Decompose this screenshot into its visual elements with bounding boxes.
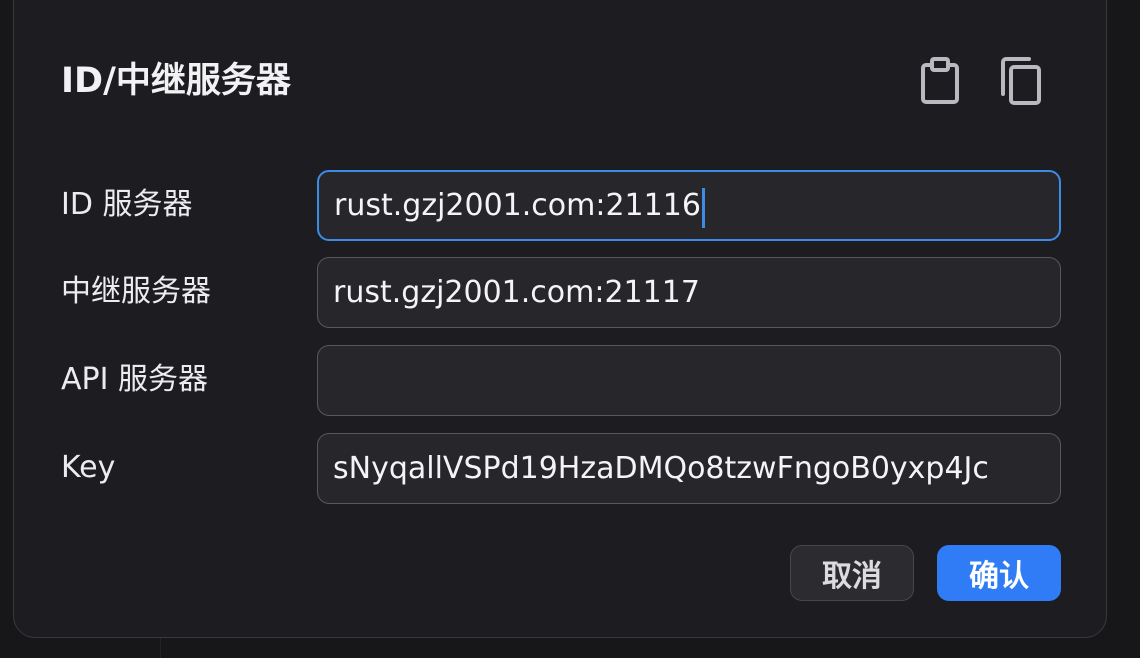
api-server-field[interactable] — [317, 345, 1061, 416]
copy-button[interactable] — [997, 53, 1045, 109]
api-server-input[interactable] — [318, 346, 1060, 415]
paste-button[interactable] — [916, 53, 964, 109]
text-caret — [701, 188, 705, 228]
server-settings-dialog: ID/中继服务器 ID 服务器 中继服务器 API 服务器 Key 取消 确认 — [13, 0, 1107, 638]
id-server-input[interactable] — [319, 172, 1059, 239]
relay-server-label: 中继服务器 — [61, 274, 211, 309]
relay-server-input[interactable] — [318, 258, 1060, 327]
clipboard-icon — [921, 57, 959, 104]
confirm-button[interactable]: 确认 — [937, 545, 1061, 601]
key-field[interactable] — [317, 433, 1061, 504]
key-label: Key — [61, 450, 116, 485]
id-server-label: ID 服务器 — [61, 187, 193, 222]
dialog-title: ID/中继服务器 — [61, 61, 291, 101]
relay-server-field[interactable] — [317, 257, 1061, 328]
copy-icon — [1001, 57, 1041, 105]
key-input[interactable] — [318, 434, 1060, 503]
api-server-label: API 服务器 — [61, 362, 208, 397]
id-server-field[interactable] — [317, 170, 1061, 241]
cancel-button[interactable]: 取消 — [790, 545, 914, 601]
